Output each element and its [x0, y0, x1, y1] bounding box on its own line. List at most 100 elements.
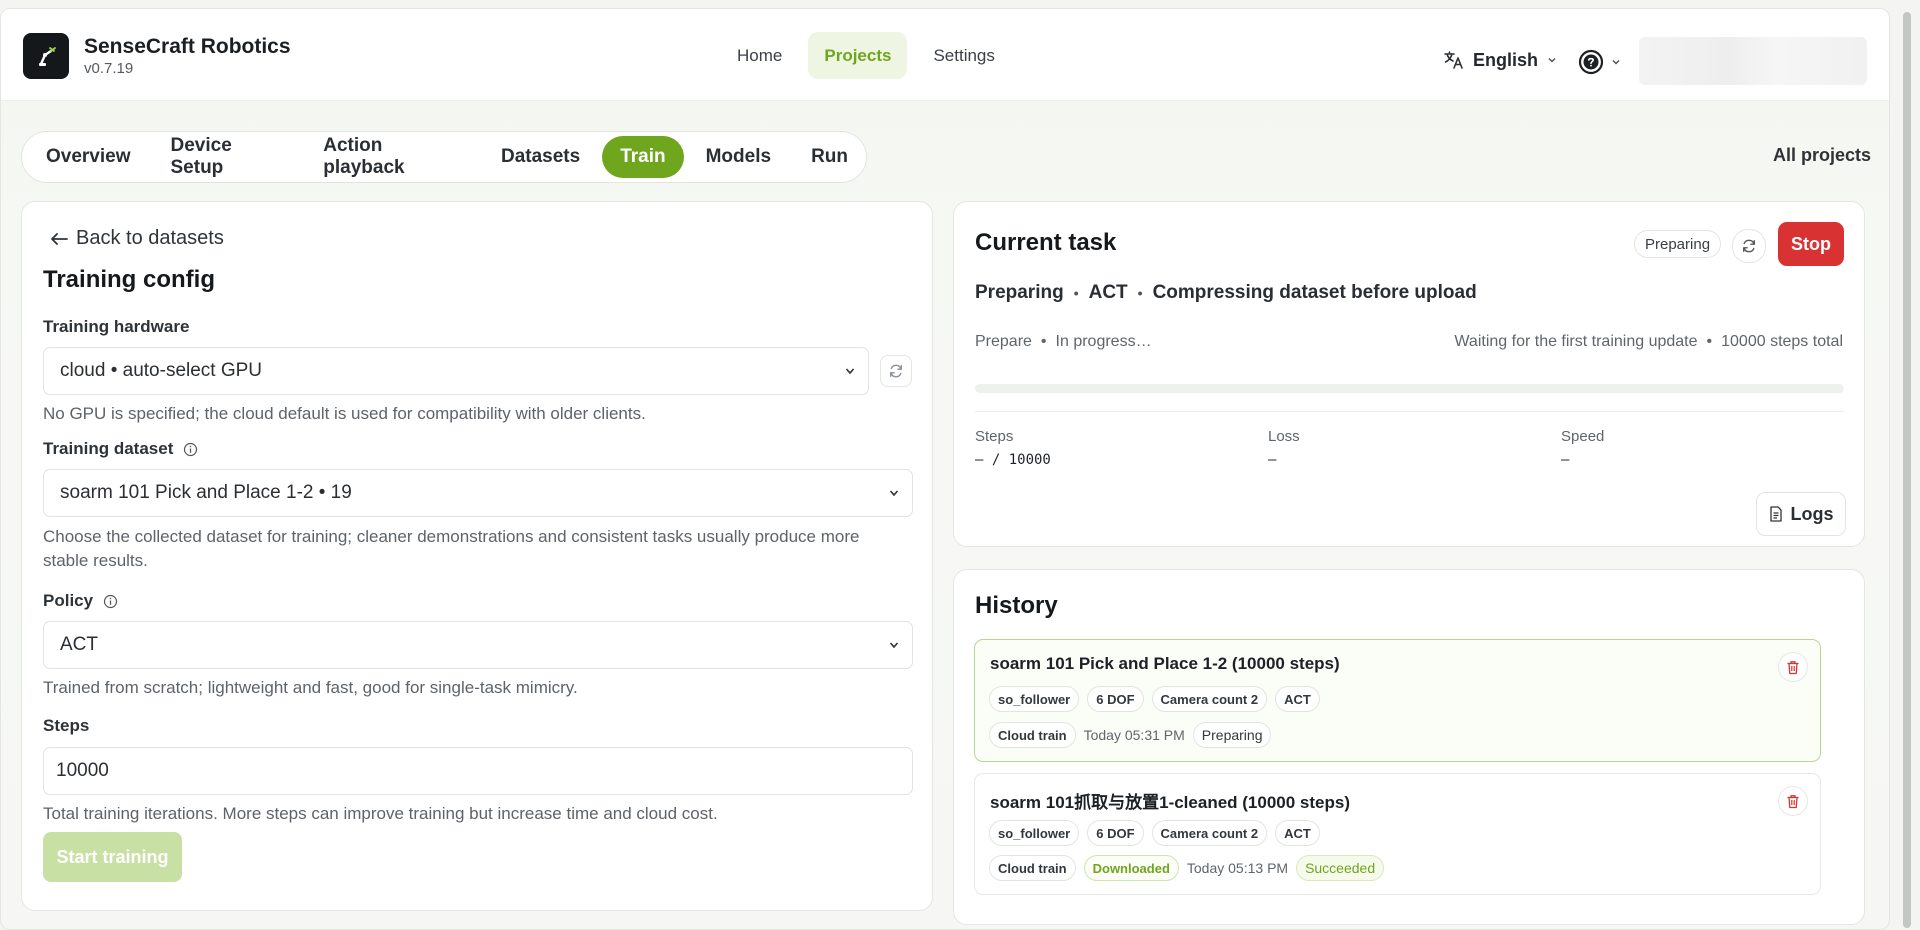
policy-help-text: Trained from scratch; lightweight and fa… [43, 678, 578, 697]
robot-arm-icon [39, 47, 56, 66]
separator-dot: • [1706, 333, 1713, 350]
history-item-tags: so_follower 6 DOF Camera count 2 ACT [989, 820, 1320, 846]
history-item-meta: Cloud train Today 05:31 PM Preparing [989, 722, 1272, 748]
downloaded-chip: Downloaded [1083, 855, 1179, 881]
tab-action-playback[interactable]: Action playback [305, 135, 479, 178]
task-phase: Prepare • In progress… [975, 333, 1152, 351]
chevron-down-icon [889, 642, 899, 649]
nav-home[interactable]: Home [721, 32, 798, 79]
dataset-select[interactable]: soarm 101 Pick and Place 1-2 • 19 [43, 469, 913, 517]
loss-stat-label: Loss [1268, 428, 1300, 445]
chevron-down-icon [1612, 59, 1620, 65]
delete-button[interactable] [1778, 786, 1808, 816]
chevron-down-icon [845, 368, 855, 375]
steps-help-text: Total training iterations. More steps ca… [43, 804, 718, 823]
project-tabs: Overview Device Setup Action playback Da… [21, 131, 867, 183]
app-version: v0.7.19 [84, 60, 134, 77]
history-item-meta: Cloud train Downloaded Today 05:13 PM Su… [989, 855, 1385, 881]
policy-select-value: ACT [60, 634, 98, 655]
steps-input[interactable]: 10000 [43, 747, 913, 795]
all-projects-link[interactable]: All projects [1773, 145, 1871, 166]
separator-dot: • [1137, 285, 1143, 301]
app-window: SenseCraft Robotics v0.7.19 Home Project… [0, 8, 1890, 930]
top-navigation: Home Projects Settings [721, 32, 1011, 79]
speed-stat-value: – [1561, 452, 1570, 468]
steps-input-value: 10000 [56, 760, 109, 781]
steps-stat-value: – / 10000 [975, 452, 1051, 468]
info-icon[interactable] [183, 442, 198, 457]
steps-label-text: Steps [43, 716, 90, 735]
logs-label: Logs [1790, 503, 1834, 524]
task-policy: ACT [1088, 282, 1128, 303]
phase-name: Prepare [975, 333, 1032, 350]
page-scrollbar[interactable] [1903, 12, 1911, 928]
phase-status: In progress… [1055, 333, 1152, 350]
waiting-text: Waiting for the first training update [1454, 333, 1698, 350]
divider [975, 411, 1844, 412]
hardware-label: Training hardware [43, 317, 189, 337]
help-menu[interactable] [1578, 49, 1622, 75]
policy-label: Policy [43, 591, 118, 611]
delete-button[interactable] [1778, 652, 1808, 682]
nav-settings[interactable]: Settings [917, 32, 1010, 79]
hardware-help-text: No GPU is specified; the cloud default i… [43, 404, 646, 423]
tab-overview[interactable]: Overview [28, 136, 149, 178]
task-summary: Preparing • ACT • Compressing dataset be… [975, 282, 1477, 304]
tab-datasets[interactable]: Datasets [483, 136, 598, 178]
dof-chip: 6 DOF [1087, 820, 1144, 846]
refresh-task-button[interactable] [1732, 229, 1766, 263]
dataset-label-text: Training dataset [43, 439, 174, 458]
policy-select[interactable]: ACT [43, 621, 913, 669]
hardware-label-text: Training hardware [43, 317, 190, 336]
current-task-title: Current task [975, 229, 1117, 256]
mode-chip: Cloud train [989, 855, 1076, 881]
current-task-panel: Current task Preparing Stop Preparing • … [953, 201, 1865, 547]
refresh-icon [890, 364, 902, 378]
brand-name: SenseCraft Robotics [84, 35, 291, 58]
nav-projects[interactable]: Projects [808, 32, 908, 79]
speed-stat-label: Speed [1561, 428, 1605, 445]
policy-chip: ACT [1275, 820, 1320, 846]
info-icon[interactable] [103, 594, 118, 609]
history-item[interactable]: soarm 101 Pick and Place 1-2 (10000 step… [974, 639, 1821, 762]
mode-chip: Cloud train [989, 722, 1076, 748]
total-steps-text: 10000 steps total [1721, 333, 1843, 350]
hardware-select-value: cloud • auto-select GPU [60, 360, 263, 381]
logs-button[interactable]: Logs [1756, 492, 1846, 536]
camera-chip: Camera count 2 [1151, 686, 1268, 712]
task-status-badge: Preparing [1634, 230, 1722, 258]
task-detail: Compressing dataset before upload [1152, 282, 1477, 303]
steps-label: Steps [43, 716, 89, 736]
start-training-button[interactable]: Start training [43, 832, 182, 882]
task-progress-info: Waiting for the first training update • … [1454, 333, 1843, 351]
policy-chip: ACT [1275, 686, 1320, 712]
tab-models[interactable]: Models [688, 136, 789, 178]
training-progress-bar [975, 384, 1844, 393]
tab-train[interactable]: Train [602, 136, 684, 178]
document-icon [1769, 506, 1782, 522]
dataset-select-value: soarm 101 Pick and Place 1-2 • 19 [60, 482, 352, 503]
tab-run[interactable]: Run [793, 136, 866, 178]
task-status: Preparing [975, 282, 1064, 303]
training-config-title: Training config [43, 266, 215, 293]
tab-device-setup[interactable]: Device Setup [153, 135, 302, 178]
language-switcher[interactable]: English [1443, 49, 1558, 71]
history-timestamp: Today 05:31 PM [1083, 727, 1185, 743]
status-chip: Succeeded [1296, 855, 1385, 881]
back-link-label: Back to datasets [76, 227, 224, 249]
history-item[interactable]: soarm 101抓取与放置1-cleaned (10000 steps) so… [974, 773, 1821, 895]
history-item-title: soarm 101 Pick and Place 1-2 (10000 step… [990, 654, 1340, 673]
refresh-hardware-button[interactable] [880, 355, 912, 387]
app-logo[interactable] [23, 33, 69, 79]
language-label: English [1473, 49, 1539, 70]
hardware-select[interactable]: cloud • auto-select GPU [43, 347, 869, 395]
back-to-datasets-link[interactable]: Back to datasets [50, 227, 224, 250]
user-account-area[interactable] [1639, 37, 1867, 85]
policy-label-text: Policy [43, 591, 94, 610]
history-item-title: soarm 101抓取与放置1-cleaned (10000 steps) [990, 793, 1350, 812]
stop-button[interactable]: Stop [1778, 222, 1844, 266]
history-title: History [975, 592, 1058, 619]
status-chip: Preparing [1192, 722, 1272, 748]
translate-icon [1444, 51, 1463, 69]
steps-stat-label: Steps [975, 428, 1014, 445]
